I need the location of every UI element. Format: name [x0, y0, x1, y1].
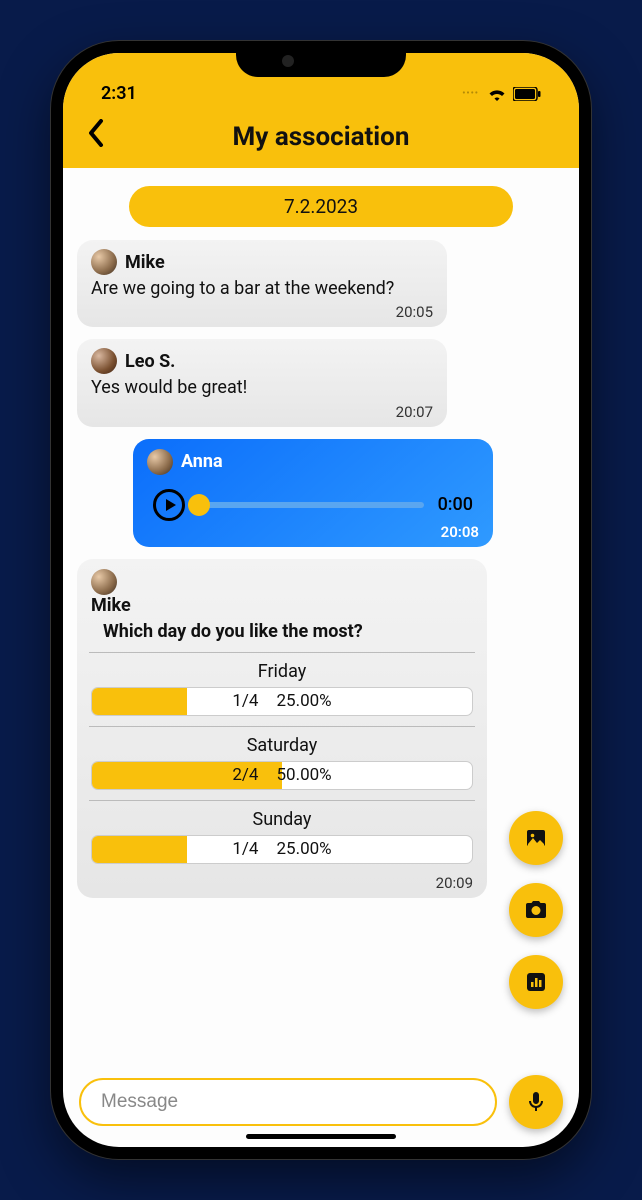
home-indicator[interactable]: [246, 1134, 396, 1139]
audio-thumb[interactable]: [188, 494, 210, 516]
sender-name: Leo S.: [125, 351, 175, 372]
message-text: Yes would be great!: [91, 376, 433, 400]
avatar: [91, 569, 117, 595]
message-input[interactable]: [79, 1078, 497, 1126]
poll-option-label: Saturday: [91, 735, 473, 756]
back-button[interactable]: [87, 119, 105, 155]
avatar: [147, 449, 173, 475]
poll-question: Which day do you like the most?: [103, 621, 473, 642]
camera-button[interactable]: [509, 883, 563, 937]
poll-option-friday[interactable]: Friday 1/4 25.00%: [91, 661, 473, 716]
poll-bar-text: 1/4 25.00%: [92, 836, 472, 863]
play-button[interactable]: [153, 489, 185, 521]
poll-option-label: Friday: [91, 661, 473, 682]
poll-option-sunday[interactable]: Sunday 1/4 25.00%: [91, 809, 473, 864]
audio-message-bubble: Anna 0:00 20:08: [133, 439, 493, 547]
poll-count: 2/4: [232, 765, 258, 785]
notch: [236, 41, 406, 77]
message-time: 20:09: [91, 874, 473, 892]
poll-count: 1/4: [232, 839, 258, 859]
battery-icon: [513, 87, 541, 101]
date-pill: 7.2.2023: [129, 186, 513, 227]
poll-bar: 1/4 25.00%: [91, 835, 473, 864]
wifi-icon: [487, 86, 507, 101]
poll-button[interactable]: [509, 955, 563, 1009]
mic-icon: [524, 1090, 548, 1114]
page-title: My association: [233, 122, 410, 152]
more-dots-icon: ••••: [462, 89, 479, 99]
image-button[interactable]: [509, 811, 563, 865]
divider: [89, 652, 475, 653]
poll-percent: 25.00%: [276, 691, 331, 711]
poll-bar-text: 1/4 25.00%: [92, 688, 472, 715]
poll-percent: 50.00%: [276, 765, 331, 785]
poll-count: 1/4: [232, 691, 258, 711]
sender-name: Mike: [125, 252, 165, 273]
divider: [89, 726, 475, 727]
message-time: 20:05: [91, 303, 433, 321]
chevron-left-icon: [87, 119, 105, 147]
camera-icon: [524, 898, 548, 922]
image-icon: [524, 826, 548, 850]
message-bubble: Leo S. Yes would be great! 20:07: [77, 339, 447, 426]
message-bubble: Mike Are we going to a bar at the weeken…: [77, 240, 447, 327]
screen: 2:31 •••• My association 7.2.2023 Mi: [63, 53, 579, 1147]
phone-frame: 2:31 •••• My association 7.2.2023 Mi: [51, 41, 591, 1159]
mic-button[interactable]: [509, 1075, 563, 1129]
audio-track[interactable]: [199, 502, 424, 508]
chat-area[interactable]: 7.2.2023 Mike Are we going to a bar at t…: [63, 168, 579, 1075]
status-right: ••••: [462, 86, 541, 101]
audio-player: 0:00: [147, 489, 479, 521]
poll-bubble: Mike Which day do you like the most? Fri…: [77, 559, 487, 898]
poll-bar-text: 2/4 50.00%: [92, 762, 472, 789]
audio-duration: 0:00: [438, 494, 473, 515]
message-time: 20:07: [91, 403, 433, 421]
fab-column: [509, 811, 563, 1009]
message-time: 20:08: [147, 523, 479, 541]
poll-bar: 1/4 25.00%: [91, 687, 473, 716]
sender-name: Anna: [181, 451, 223, 472]
status-bar: 2:31 ••••: [63, 75, 579, 108]
bar-chart-icon: [524, 970, 548, 994]
avatar: [91, 348, 117, 374]
poll-bar: 2/4 50.00%: [91, 761, 473, 790]
divider: [89, 800, 475, 801]
title-bar: My association: [63, 108, 579, 168]
sender-name: Mike: [91, 595, 131, 616]
avatar: [91, 249, 117, 275]
poll-percent: 25.00%: [276, 839, 331, 859]
status-time: 2:31: [101, 83, 137, 104]
poll-option-saturday[interactable]: Saturday 2/4 50.00%: [91, 735, 473, 790]
poll-option-label: Sunday: [91, 809, 473, 830]
message-text: Are we going to a bar at the weekend?: [91, 277, 433, 301]
